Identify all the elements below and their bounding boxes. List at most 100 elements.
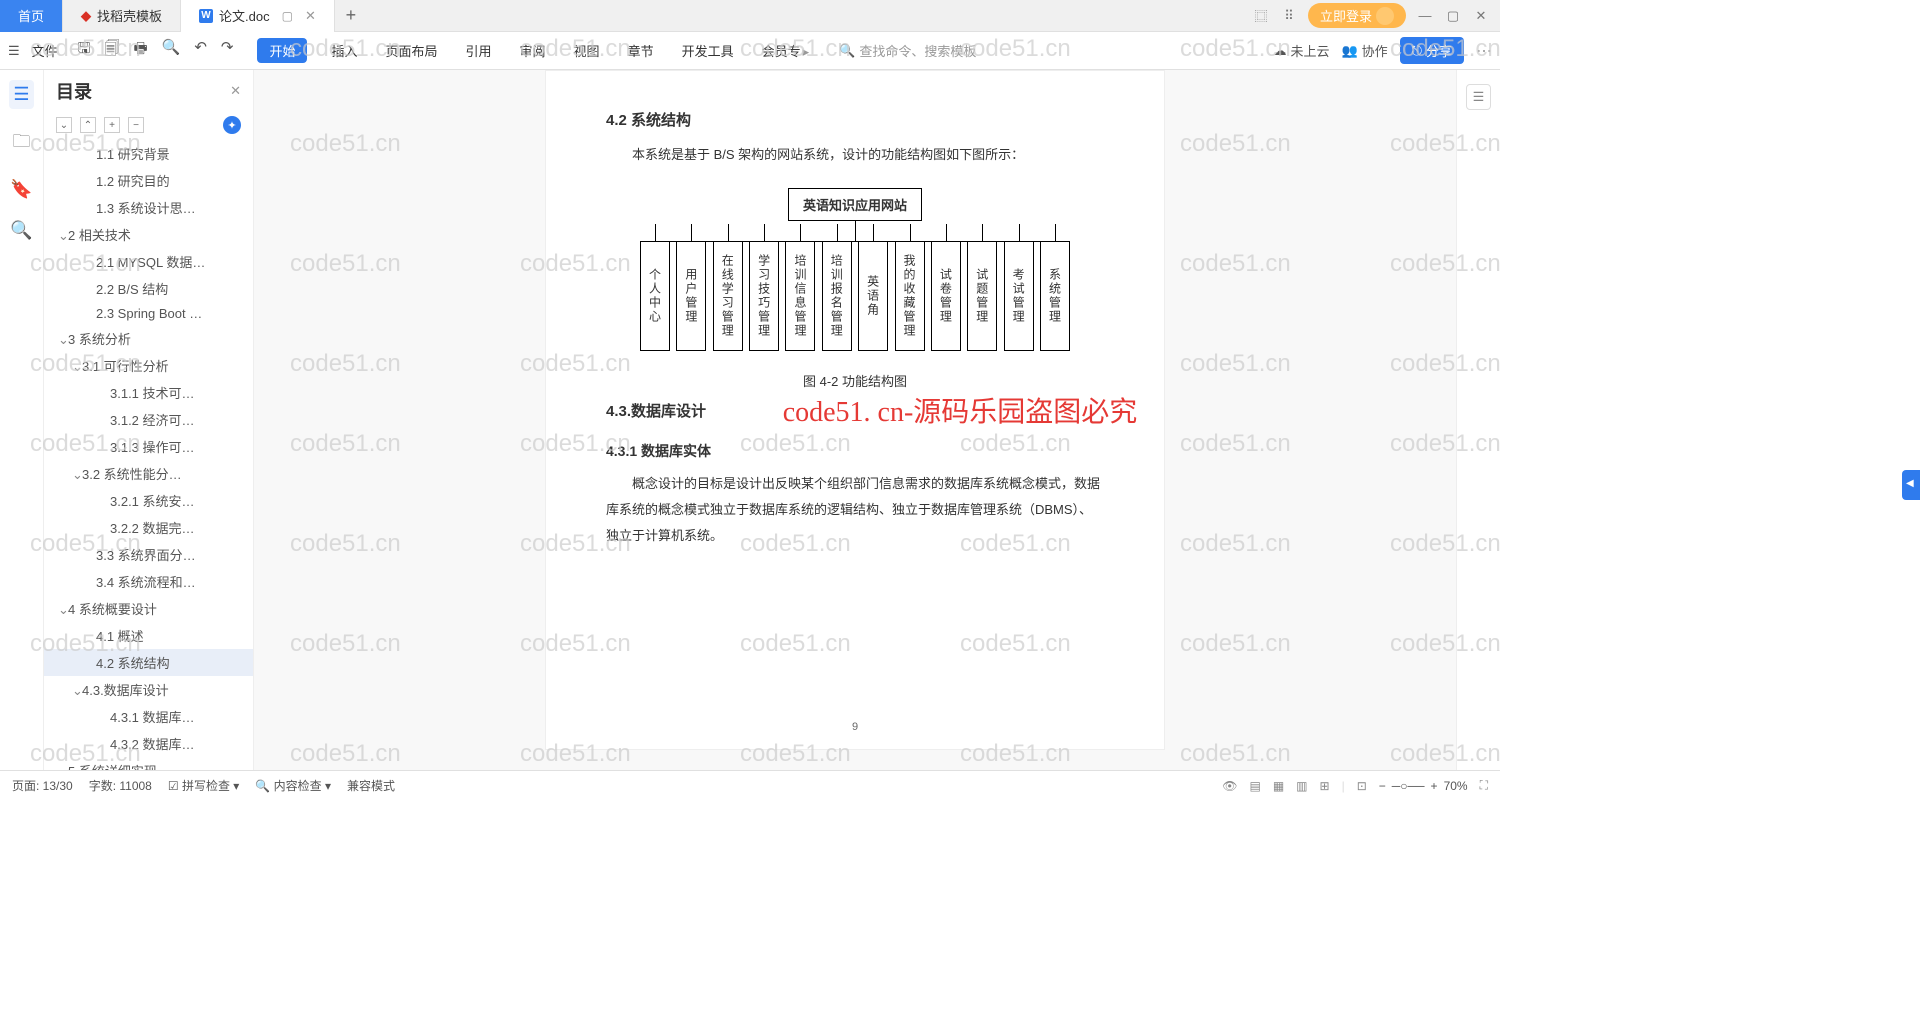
save-as-icon[interactable]: 🗐 — [104, 38, 119, 63]
view-page-icon[interactable]: ▤ — [1249, 779, 1260, 793]
readmode-icon[interactable]: 👁 — [1222, 779, 1237, 793]
zoom-value[interactable]: 70% — [1444, 779, 1468, 793]
redo-icon[interactable]: ↷ — [221, 38, 234, 63]
ribbon-tab-start[interactable]: 开始 — [257, 38, 307, 63]
outline-close-icon[interactable]: ✕ — [230, 83, 241, 99]
ribbon-tab-review[interactable]: 审阅 — [516, 38, 550, 63]
window-controls: ⿴ ⠿ 立即登录 — ▢ ✕ — [1242, 3, 1500, 28]
login-button[interactable]: 立即登录 — [1308, 3, 1406, 28]
file-menu[interactable]: 文件 — [26, 41, 64, 60]
tab-close-icon[interactable]: ✕ — [305, 8, 316, 24]
side-tab-button[interactable] — [1902, 470, 1920, 500]
collapse-all-icon[interactable]: ⌄ — [56, 117, 72, 133]
tab-doc-label: 论文.doc — [219, 6, 270, 25]
close-window-icon[interactable]: ✕ — [1472, 8, 1490, 24]
spellcheck-button[interactable]: ☑ 拼写检查 ▾ — [168, 777, 239, 794]
bookmark-rail-icon[interactable]: 🔖 — [10, 179, 32, 200]
toc-item[interactable]: ⌄4 系统概要设计 — [44, 595, 253, 622]
toc-item[interactable]: ⌄5 系统详细实现 — [44, 757, 253, 770]
function-diagram: 英语知识应用网站 个人中心用户管理在线学习管理学习技巧管理培训信息管理培训报名管… — [635, 188, 1075, 351]
apps-icon[interactable]: ⠿ — [1280, 8, 1298, 24]
toc-item[interactable]: 1.3 系统设计思… — [44, 194, 253, 221]
save-icon[interactable]: 🖫 — [78, 38, 91, 63]
view-fit-icon[interactable]: ⊞ — [1320, 779, 1330, 793]
maximize-icon[interactable]: ▢ — [1444, 8, 1462, 24]
docer-icon: ◆ — [81, 8, 91, 24]
ribbon-tab-section[interactable]: 章节 — [624, 38, 658, 63]
print-icon[interactable]: 🖶 — [133, 38, 147, 63]
view-outline-icon[interactable]: ▦ — [1273, 779, 1284, 793]
tab-document[interactable]: W 论文.doc ▢ ✕ — [181, 0, 335, 32]
menu-icon[interactable]: ☰ — [8, 43, 20, 59]
toc-item[interactable]: ⌄4.3.数据库设计 — [44, 676, 253, 703]
heading-4-3: 4.3.数据库设计 — [606, 400, 1104, 421]
fullscreen-icon[interactable]: ⛶ — [1480, 778, 1488, 793]
collaboration-button[interactable]: 协作 — [1341, 41, 1387, 60]
figure-caption: 图 4-2 功能结构图 — [606, 371, 1104, 390]
expand-all-icon[interactable]: ⌃ — [80, 117, 96, 133]
page-indicator[interactable]: 页面: 13/30 — [12, 777, 73, 794]
content-check-button[interactable]: 🔍 内容检查 ▾ — [255, 777, 331, 794]
search-rail-icon[interactable]: 🔍 — [10, 220, 32, 241]
toc-item[interactable]: 4.2 系统结构 — [44, 649, 253, 676]
toc-item[interactable]: 4.3.2 数据库… — [44, 730, 253, 757]
toc-item[interactable]: 3.4 系统流程和… — [44, 568, 253, 595]
toc-item[interactable]: 3.2.1 系统安… — [44, 487, 253, 514]
toc-item[interactable]: 4.3.1 数据库… — [44, 703, 253, 730]
compat-mode[interactable]: 兼容模式 — [347, 777, 395, 794]
heading-4-3-1: 4.3.1 数据库实体 — [606, 441, 1104, 461]
toc-item[interactable]: 2.2 B/S 结构 — [44, 275, 253, 302]
toc-item[interactable]: ⌄2 相关技术 — [44, 221, 253, 248]
ribbon-tab-dev[interactable]: 开发工具 — [678, 38, 738, 63]
outline-title: 目录 — [56, 78, 92, 104]
tab-home[interactable]: 首页 — [0, 0, 63, 32]
minimize-icon[interactable]: — — [1416, 8, 1434, 23]
right-panel-toggle-icon[interactable]: ☰ — [1466, 84, 1492, 110]
add-level-icon[interactable]: + — [104, 117, 120, 133]
ribbon-more-icon[interactable]: ⋯ — [1476, 41, 1492, 61]
toc-item[interactable]: 3.1.2 经济可… — [44, 406, 253, 433]
toc-item[interactable]: 3.3 系统界面分… — [44, 541, 253, 568]
word-icon: W — [199, 9, 213, 23]
ribbon-tab-reference[interactable]: 引用 — [462, 38, 496, 63]
print-preview-icon[interactable]: 🔍 — [162, 38, 181, 63]
toc-item[interactable]: 4.1 概述 — [44, 622, 253, 649]
cloud-status[interactable]: 未上云 — [1273, 41, 1329, 60]
reading-layout-icon[interactable]: ⿴ — [1252, 6, 1270, 25]
toc-item[interactable]: 2.1 MYSQL 数据… — [44, 248, 253, 275]
search-placeholder: 查找命令、搜索模板 — [859, 41, 976, 60]
diagram-node: 试题管理 — [967, 241, 997, 351]
zoom-control[interactable]: − ─○── + 70% — [1379, 779, 1468, 793]
clip-rail-icon[interactable]: 🗀 — [13, 129, 31, 159]
command-search[interactable]: 🔍查找命令、搜索模板 — [839, 41, 976, 60]
view-web-icon[interactable]: ▥ — [1296, 779, 1307, 793]
ribbon-tab-insert[interactable]: 插入 — [327, 38, 361, 63]
toc-item[interactable]: 3.1.3 操作可… — [44, 433, 253, 460]
outline-rail-icon[interactable]: ☰ — [9, 80, 33, 109]
toc-item[interactable]: ⌄3.1 可行性分析 — [44, 352, 253, 379]
toc-item[interactable]: 1.1 研究背景 — [44, 140, 253, 167]
toc-item[interactable]: 3.1.1 技术可… — [44, 379, 253, 406]
ribbon-tab-view[interactable]: 视图 — [570, 38, 604, 63]
toc-item[interactable]: 1.2 研究目的 — [44, 167, 253, 194]
toc-item[interactable]: 3.2.2 数据完… — [44, 514, 253, 541]
ribbon-tab-vip[interactable]: 会员专 — [758, 38, 814, 63]
add-tab-button[interactable]: + — [335, 5, 367, 26]
undo-icon[interactable]: ↶ — [194, 38, 207, 63]
tab-window-icon[interactable]: ▢ — [282, 9, 293, 23]
outline-tools: ⌄ ⌃ + − ✦ — [44, 112, 253, 138]
document-area[interactable]: 📄▾ 4.2 系统结构 本系统是基于 B/S 架构的网站系统，设计的功能结构图如… — [254, 70, 1456, 770]
toc-item[interactable]: ⌄3.2 系统性能分… — [44, 460, 253, 487]
zoom-in-icon[interactable]: + — [1431, 779, 1438, 793]
zoom-out-icon[interactable]: − — [1379, 779, 1386, 793]
toc-item[interactable]: ⌄3 系统分析 — [44, 325, 253, 352]
word-count[interactable]: 字数: 11008 — [89, 777, 152, 794]
outline-ai-icon[interactable]: ✦ — [223, 116, 241, 134]
diagram-node: 个人中心 — [640, 241, 670, 351]
zoom-fit-icon[interactable]: ⊡ — [1357, 779, 1367, 793]
ribbon-tab-layout[interactable]: 页面布局 — [382, 38, 442, 63]
remove-level-icon[interactable]: − — [128, 117, 144, 133]
toc-item[interactable]: 2.3 Spring Boot … — [44, 302, 253, 325]
share-button[interactable]: ⎋分享 — [1400, 37, 1464, 64]
tab-template[interactable]: ◆找稻壳模板 — [63, 0, 181, 32]
